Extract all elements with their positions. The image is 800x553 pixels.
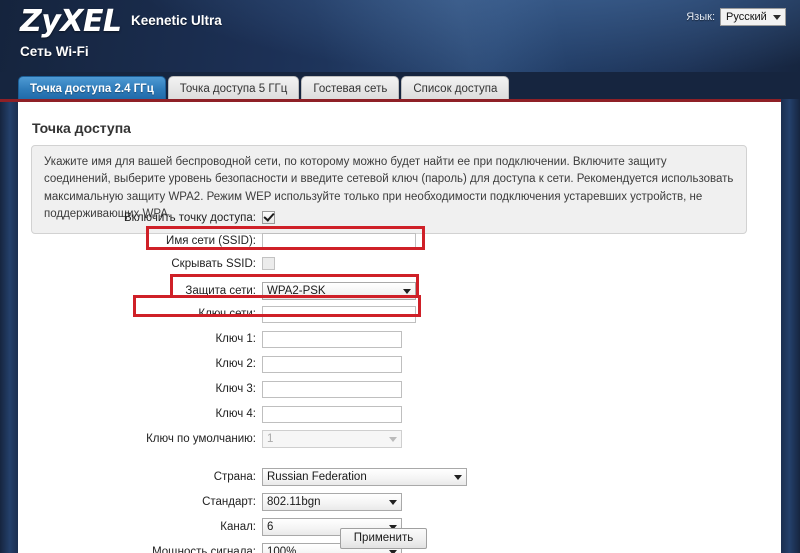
country-select[interactable]: Russian Federation [262, 468, 467, 486]
default-key-label: Ключ по умолчанию: [146, 433, 256, 445]
device-model-label: Keenetic Ultra [131, 13, 222, 28]
language-selector[interactable]: Язык: Русский [686, 8, 786, 26]
country-label: Страна: [213, 471, 256, 483]
page-title: Сеть Wi-Fi [20, 44, 89, 59]
standard-select[interactable]: 802.11bgn [262, 493, 402, 511]
chevron-down-icon [773, 15, 781, 20]
tab-label: Гостевая сеть [313, 82, 388, 95]
section-title: Точка доступа [32, 120, 131, 136]
tab-label: Точка доступа 2.4 ГГц [30, 82, 154, 95]
row-key-1: Ключ 1: [0, 329, 763, 349]
key4-input[interactable] [262, 406, 402, 424]
row-security: Защита сети: WPA2-PSK [0, 281, 763, 301]
row-ssid: Имя сети (SSID): [0, 231, 763, 251]
key1-label: Ключ 1: [215, 333, 256, 345]
key2-input[interactable] [262, 356, 402, 374]
key2-label: Ключ 2: [215, 358, 256, 370]
row-country: Страна: Russian Federation [0, 467, 763, 487]
key3-input[interactable] [262, 381, 402, 399]
row-key-2: Ключ 2: [0, 354, 763, 374]
right-edge-border [781, 99, 800, 553]
enable-ap-checkbox[interactable] [262, 211, 275, 225]
tab-guest-network[interactable]: Гостевая сеть [301, 76, 400, 100]
tab-access-point-5[interactable]: Точка доступа 5 ГГц [167, 76, 300, 100]
tab-access-list[interactable]: Список доступа [401, 76, 510, 100]
access-point-form: Включить точку доступа: Имя сети (SSID):… [0, 208, 763, 553]
key1-input[interactable] [262, 331, 402, 349]
ssid-label: Имя сети (SSID): [166, 235, 256, 247]
hide-ssid-label: Скрывать SSID: [171, 258, 256, 270]
default-key-select[interactable]: 1 [262, 430, 402, 448]
row-key-4: Ключ 4: [0, 404, 763, 424]
key3-label: Ключ 3: [215, 383, 256, 395]
ssid-input[interactable] [262, 233, 416, 251]
apply-button[interactable]: Применить [339, 528, 428, 549]
tab-bar: Точка доступа 2.4 ГГц Точка доступа 5 ГГ… [0, 72, 800, 102]
language-dropdown[interactable]: Русский [720, 8, 786, 26]
zyxel-logo: ZyXEL [20, 4, 122, 39]
row-enable-ap: Включить точку доступа: [0, 208, 763, 228]
enable-ap-label: Включить точку доступа: [124, 212, 256, 224]
security-value: WPA2-PSK [267, 285, 326, 297]
row-standard: Стандарт: 802.11bgn [0, 492, 763, 512]
chevron-down-icon [389, 500, 397, 505]
apply-button-row: Применить [0, 528, 763, 549]
country-value: Russian Federation [267, 471, 367, 483]
network-key-label: Ключ сети: [198, 308, 256, 320]
tab-label: Список доступа [413, 82, 498, 95]
chevron-down-icon [403, 289, 411, 294]
hide-ssid-checkbox[interactable] [262, 257, 275, 271]
standard-label: Стандарт: [202, 496, 256, 508]
tab-access-point-24[interactable]: Точка доступа 2.4 ГГц [18, 76, 166, 100]
tab-label: Точка доступа 5 ГГц [179, 82, 288, 95]
page-header: ZyXEL Keenetic Ultra Сеть Wi-Fi Язык: Ру… [0, 0, 800, 72]
row-key-3: Ключ 3: [0, 379, 763, 399]
security-label: Защита сети: [185, 285, 256, 297]
default-key-value: 1 [267, 433, 274, 445]
language-value: Русский [726, 11, 767, 23]
chevron-down-icon [389, 437, 397, 442]
network-key-input[interactable] [262, 306, 416, 324]
language-label: Язык: [686, 11, 715, 23]
row-network-key: Ключ сети: [0, 304, 763, 324]
security-select[interactable]: WPA2-PSK [262, 282, 416, 300]
chevron-down-icon [454, 475, 462, 480]
row-hide-ssid: Скрывать SSID: [0, 254, 763, 274]
router-admin-page: ZyXEL Keenetic Ultra Сеть Wi-Fi Язык: Ру… [0, 0, 800, 553]
key4-label: Ключ 4: [215, 408, 256, 420]
row-default-key: Ключ по умолчанию: 1 [0, 429, 763, 449]
standard-value: 802.11bgn [267, 496, 321, 508]
